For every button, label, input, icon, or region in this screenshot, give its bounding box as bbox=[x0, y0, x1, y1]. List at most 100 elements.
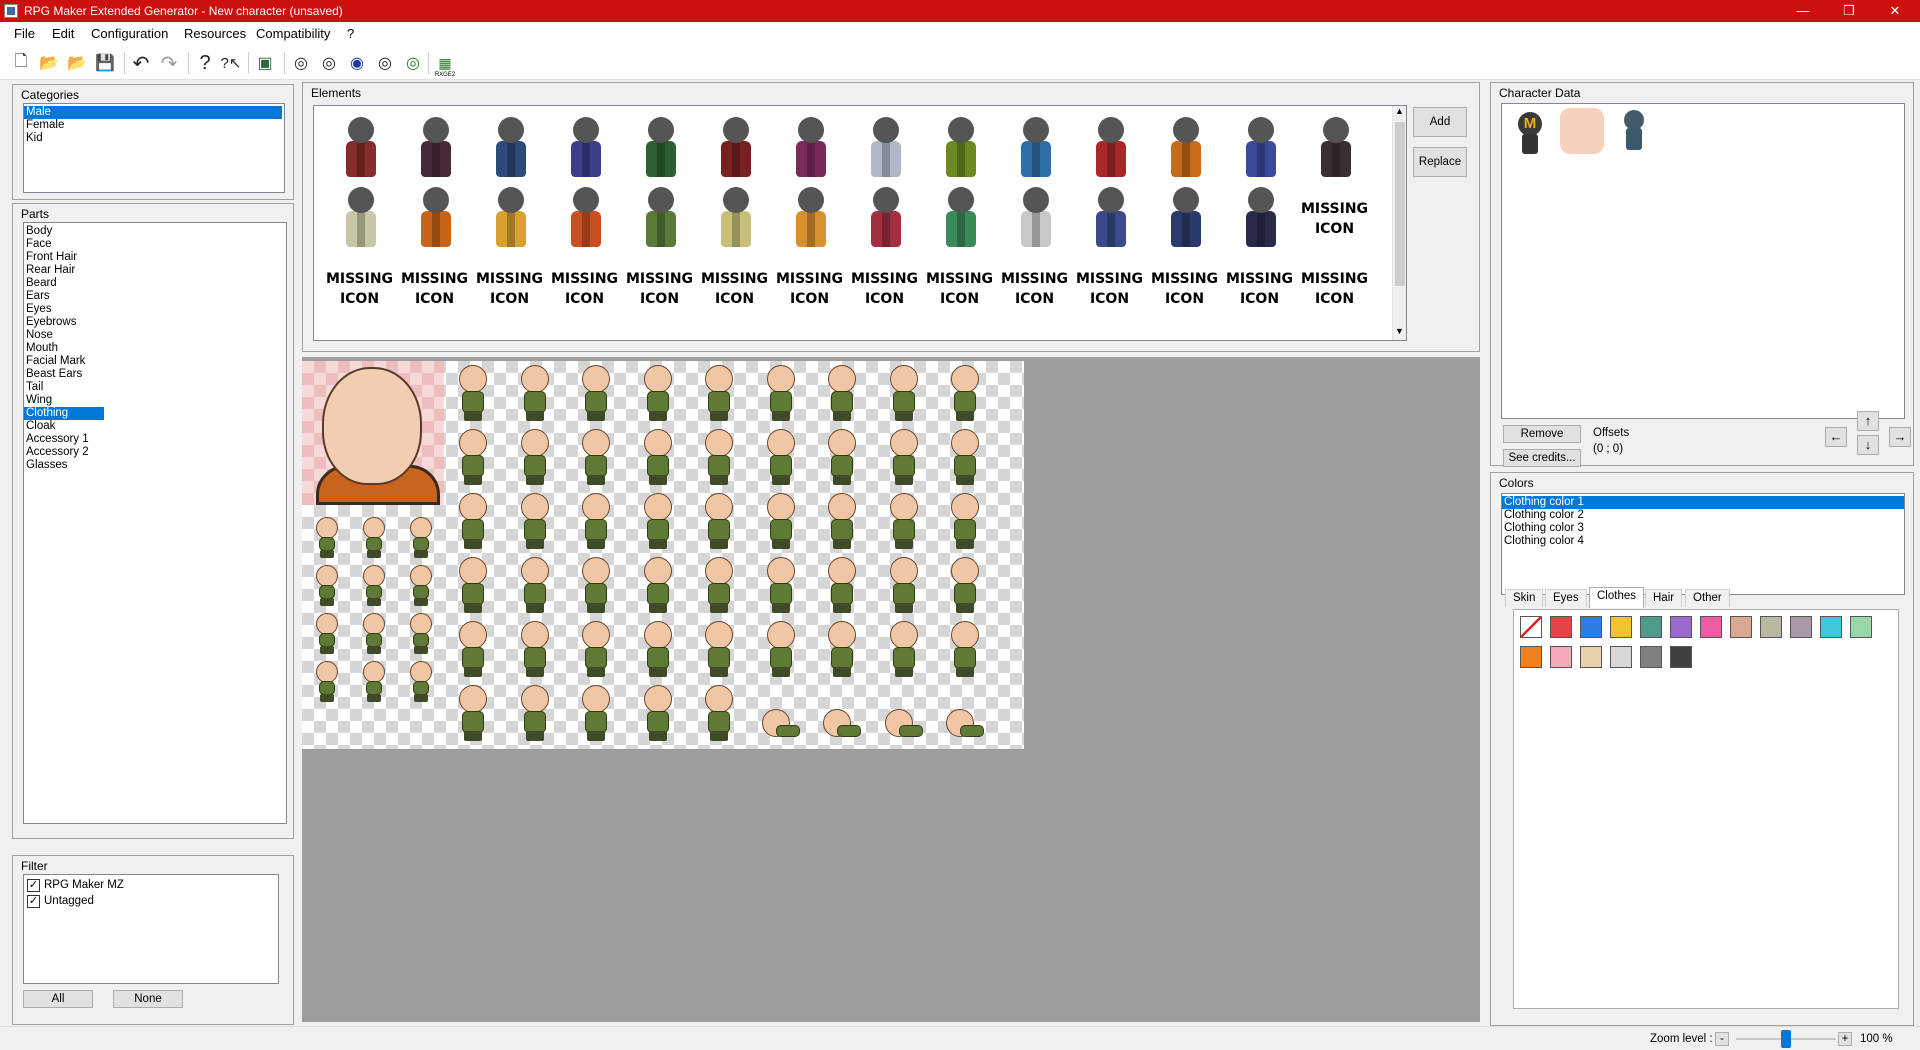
part-item-mouth[interactable]: Mouth bbox=[24, 342, 286, 355]
parts-list[interactable]: Body Face Front Hair Rear Hair Beard Ear… bbox=[23, 222, 287, 824]
replace-element-button[interactable]: Replace bbox=[1413, 147, 1467, 177]
color-swatch[interactable] bbox=[1550, 616, 1572, 638]
color-slot-4[interactable]: Clothing color 4 bbox=[1502, 535, 1904, 548]
color-swatch[interactable] bbox=[1820, 616, 1842, 638]
layer-thumb-clothing[interactable] bbox=[1620, 110, 1648, 154]
checkbox-checked-icon[interactable]: ✓ bbox=[27, 878, 40, 892]
category-item-male[interactable]: Male bbox=[24, 106, 282, 119]
zoom-in-button[interactable]: + bbox=[1838, 1032, 1852, 1046]
element-missing-icon[interactable]: MISSING ICON bbox=[547, 254, 622, 324]
category-item-kid[interactable]: Kid bbox=[24, 132, 284, 145]
color-swatch[interactable] bbox=[1790, 616, 1812, 638]
element-thumbnail[interactable] bbox=[1222, 114, 1297, 184]
random-icon-5[interactable]: ◎ bbox=[400, 50, 426, 76]
filter-all-button[interactable]: All bbox=[23, 990, 93, 1008]
element-thumbnail[interactable] bbox=[997, 184, 1072, 254]
color-swatch[interactable] bbox=[1670, 646, 1692, 668]
zoom-out-button[interactable]: - bbox=[1715, 1032, 1729, 1046]
layer-thumb-badge[interactable]: M bbox=[1512, 112, 1548, 158]
color-slot-1[interactable]: Clothing color 1 bbox=[1502, 496, 1904, 509]
element-missing-icon[interactable]: MISSING ICON bbox=[1147, 254, 1222, 324]
part-item-facial-mark[interactable]: Facial Mark bbox=[24, 355, 286, 368]
close-button[interactable]: ✕ bbox=[1872, 0, 1918, 22]
element-missing-icon[interactable]: MISSING ICON bbox=[997, 254, 1072, 324]
undo-icon[interactable]: ↶ bbox=[128, 50, 154, 76]
random-icon-2[interactable]: ◎ bbox=[316, 50, 342, 76]
no-color-swatch[interactable] bbox=[1520, 616, 1542, 638]
element-thumbnail[interactable] bbox=[472, 184, 547, 254]
element-thumbnail[interactable] bbox=[622, 114, 697, 184]
tab-clothes[interactable]: Clothes bbox=[1589, 587, 1644, 608]
element-missing-icon[interactable]: MISSING ICON bbox=[472, 254, 547, 324]
element-thumbnail[interactable] bbox=[772, 114, 847, 184]
scroll-up-icon[interactable]: ▲ bbox=[1395, 106, 1404, 116]
element-thumbnail[interactable] bbox=[697, 184, 772, 254]
random-icon-4[interactable]: ◎ bbox=[372, 50, 398, 76]
element-thumbnail[interactable] bbox=[1072, 184, 1147, 254]
part-item-eyebrows[interactable]: Eyebrows bbox=[24, 316, 286, 329]
element-thumbnail[interactable] bbox=[547, 184, 622, 254]
element-thumbnail[interactable] bbox=[847, 114, 922, 184]
color-swatch[interactable] bbox=[1730, 616, 1752, 638]
element-thumbnail[interactable] bbox=[322, 114, 397, 184]
color-swatch[interactable] bbox=[1580, 616, 1602, 638]
part-item-glasses[interactable]: Glasses bbox=[24, 459, 286, 472]
minimize-button[interactable]: — bbox=[1780, 0, 1826, 22]
scroll-down-icon[interactable]: ▼ bbox=[1395, 326, 1404, 336]
filter-rpg-maker-mz[interactable]: ✓ RPG Maker MZ bbox=[24, 877, 278, 893]
part-item-eyes[interactable]: Eyes bbox=[24, 303, 286, 316]
element-missing-icon[interactable]: MISSING ICON bbox=[1297, 184, 1372, 254]
random-icon-1[interactable]: ◎ bbox=[288, 50, 314, 76]
restore-button[interactable]: ❐ bbox=[1826, 0, 1872, 22]
part-item-body[interactable]: Body bbox=[24, 225, 286, 238]
color-swatch[interactable] bbox=[1700, 616, 1722, 638]
element-missing-icon[interactable]: MISSING ICON bbox=[1072, 254, 1147, 324]
layer-thumb-face[interactable] bbox=[1560, 108, 1604, 154]
menu-help[interactable]: ? bbox=[347, 26, 354, 41]
filter-untagged[interactable]: ✓ Untagged bbox=[24, 893, 278, 909]
color-swatch[interactable] bbox=[1670, 616, 1692, 638]
element-thumbnail[interactable] bbox=[547, 114, 622, 184]
element-thumbnail[interactable] bbox=[1147, 114, 1222, 184]
element-thumbnail[interactable] bbox=[922, 184, 997, 254]
element-thumbnail[interactable] bbox=[1297, 114, 1372, 184]
save-icon[interactable]: 💾 bbox=[92, 50, 118, 76]
part-item-tail[interactable]: Tail bbox=[24, 381, 286, 394]
see-credits-button[interactable]: See credits... bbox=[1503, 449, 1581, 467]
color-swatch[interactable] bbox=[1640, 646, 1662, 668]
redo-icon[interactable]: ↷ bbox=[156, 50, 182, 76]
element-thumbnail[interactable] bbox=[1147, 184, 1222, 254]
element-missing-icon[interactable]: MISSING ICON bbox=[697, 254, 772, 324]
add-element-button[interactable]: Add bbox=[1413, 107, 1467, 137]
element-missing-icon[interactable]: MISSING ICON bbox=[397, 254, 472, 324]
part-item-ears[interactable]: Ears bbox=[24, 290, 286, 303]
part-item-face[interactable]: Face bbox=[24, 238, 286, 251]
element-missing-icon[interactable]: MISSING ICON bbox=[1297, 254, 1372, 324]
color-swatch[interactable] bbox=[1520, 646, 1542, 668]
part-item-nose[interactable]: Nose bbox=[24, 329, 286, 342]
color-slot-3[interactable]: Clothing color 3 bbox=[1502, 522, 1904, 535]
menu-edit[interactable]: Edit bbox=[52, 26, 74, 41]
context-help-icon[interactable]: ?↖ bbox=[218, 50, 244, 76]
color-swatch[interactable] bbox=[1640, 616, 1662, 638]
menu-compatibility[interactable]: Compatibility bbox=[256, 26, 330, 41]
tab-skin[interactable]: Skin bbox=[1505, 589, 1544, 607]
character-layers-list[interactable]: M bbox=[1501, 103, 1905, 419]
part-item-wing[interactable]: Wing bbox=[24, 394, 286, 407]
element-thumbnail[interactable] bbox=[847, 184, 922, 254]
open-folder-icon[interactable]: 📂 bbox=[36, 50, 62, 76]
tab-other[interactable]: Other bbox=[1685, 589, 1730, 607]
part-item-beard[interactable]: Beard bbox=[24, 277, 286, 290]
element-thumbnail[interactable] bbox=[1072, 114, 1147, 184]
menu-file[interactable]: File bbox=[14, 26, 35, 41]
part-item-clothing[interactable]: Clothing bbox=[24, 407, 104, 420]
element-missing-icon[interactable]: MISSING ICON bbox=[922, 254, 997, 324]
element-missing-icon[interactable]: MISSING ICON bbox=[772, 254, 847, 324]
element-thumbnail[interactable] bbox=[697, 114, 772, 184]
offset-down-button[interactable]: ↓ bbox=[1857, 435, 1879, 455]
element-thumbnail[interactable] bbox=[997, 114, 1072, 184]
color-slots-list[interactable]: Clothing color 1 Clothing color 2 Clothi… bbox=[1501, 493, 1905, 595]
menu-configuration[interactable]: Configuration bbox=[91, 26, 168, 41]
element-thumbnail[interactable] bbox=[397, 184, 472, 254]
element-thumbnail[interactable] bbox=[772, 184, 847, 254]
